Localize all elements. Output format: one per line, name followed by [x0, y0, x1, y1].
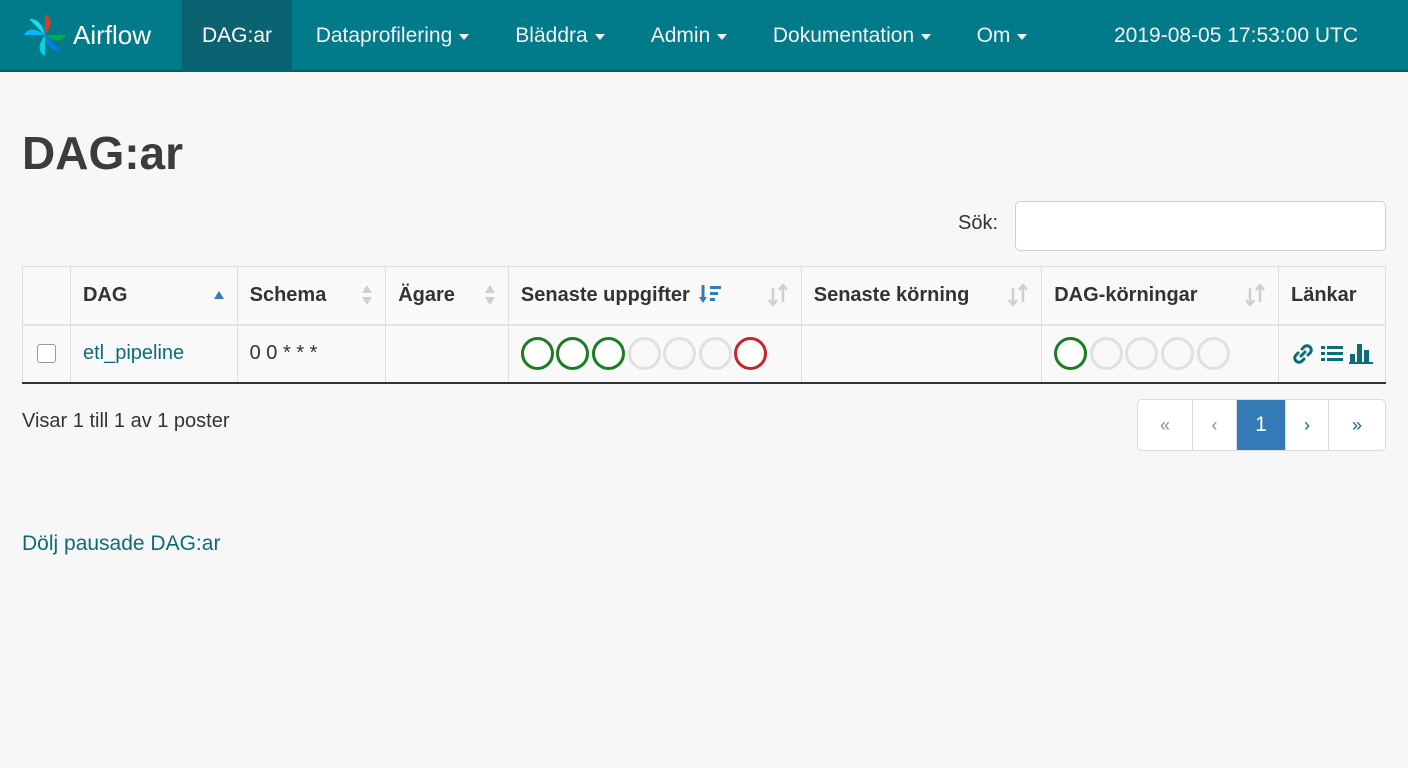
last-page-button[interactable]: »: [1329, 400, 1385, 450]
schedule-cell: 0 0 * * *: [236, 324, 387, 384]
next-page-button[interactable]: ›: [1286, 400, 1329, 450]
sort-both-icon: [362, 285, 373, 306]
search-label: Sök:: [958, 212, 999, 234]
dag-run-empty[interactable]: [1196, 337, 1230, 370]
col-dag-label: DAG: [82, 283, 128, 306]
first-page-button[interactable]: «: [1138, 400, 1193, 450]
dag-run-success[interactable]: [1054, 337, 1088, 370]
nav-browse-label: Bläddra: [515, 24, 588, 47]
nav-about[interactable]: Om: [966, 0, 1038, 72]
nav-dags-label: DAG:ar: [201, 24, 272, 47]
col-schedule[interactable]: Schema: [236, 266, 387, 326]
hide-paused-dags-link[interactable]: Dölj pausade DAG:ar: [22, 532, 220, 556]
nav-browse[interactable]: Bläddra: [505, 0, 615, 72]
caret-down-icon: [717, 34, 728, 40]
list-icon[interactable]: [1320, 342, 1344, 366]
owner-cell: [385, 324, 509, 384]
links-cell: [1278, 324, 1386, 384]
caret-down-icon: [459, 34, 470, 40]
nav-data-profiling-label: Dataprofilering: [315, 24, 453, 47]
navbar: Airflow DAG:ar Dataprofilering Bläddra A…: [0, 0, 1408, 72]
table-row: etl_pipeline 0 0 * * *: [22, 324, 1386, 384]
sort-arrows-icon: [767, 284, 788, 307]
sort-asc-icon: [213, 291, 224, 300]
task-state-success[interactable]: [556, 337, 590, 370]
dag-name-link[interactable]: etl_pipeline: [83, 342, 184, 364]
nav-docs[interactable]: Dokumentation: [760, 0, 944, 72]
task-state-success[interactable]: [592, 337, 626, 370]
col-recent-tasks[interactable]: Senaste uppgifter: [507, 266, 802, 326]
col-dag-runs[interactable]: DAG-körningar: [1041, 266, 1279, 326]
link-icon[interactable]: [1291, 342, 1315, 366]
col-schedule-label: Schema: [249, 283, 327, 306]
nav-admin[interactable]: Admin: [640, 0, 738, 72]
nav-docs-label: Dokumentation: [772, 24, 915, 47]
search-input[interactable]: [1015, 201, 1386, 251]
nav-admin-label: Admin: [650, 24, 711, 47]
caret-down-icon: [1017, 34, 1028, 40]
col-owner[interactable]: Ägare: [385, 266, 509, 326]
col-links: Länkar: [1278, 266, 1386, 326]
table-header-row: DAG Schema Ägare Senaste uppgifter Senas…: [22, 266, 1386, 326]
last-run-cell: [800, 324, 1043, 384]
col-last-run[interactable]: Senaste körning: [800, 266, 1043, 326]
col-dag[interactable]: DAG: [69, 266, 238, 326]
prev-page-button[interactable]: ‹: [1193, 400, 1237, 450]
sort-arrows-icon: [1245, 284, 1265, 307]
task-state-failed[interactable]: [734, 337, 768, 370]
col-dag-runs-label: DAG-körningar: [1054, 283, 1198, 306]
col-select: [22, 266, 71, 326]
col-recent-tasks-label: Senaste uppgifter: [520, 283, 690, 306]
caret-down-icon: [594, 34, 605, 40]
page-title: DAG:ar: [22, 127, 184, 179]
task-state-empty[interactable]: [698, 337, 732, 370]
row-checkbox[interactable]: [37, 344, 56, 364]
airflow-logo[interactable]: Airflow: [22, 10, 151, 60]
caret-down-icon: [921, 34, 932, 40]
row-select-cell: [22, 324, 71, 384]
dag-run-empty[interactable]: [1161, 337, 1195, 370]
recent-tasks-cell: [507, 324, 802, 384]
task-state-success[interactable]: [520, 337, 554, 370]
col-last-run-label: Senaste körning: [813, 283, 970, 306]
dag-run-empty[interactable]: [1089, 337, 1123, 370]
nav-about-label: Om: [976, 24, 1011, 47]
nav-data-profiling[interactable]: Dataprofilering: [300, 0, 485, 72]
pagination: « ‹ 1 › »: [1137, 399, 1386, 451]
dag-cell: etl_pipeline: [69, 324, 238, 384]
bar-chart-icon[interactable]: [1349, 342, 1373, 366]
table-info: Visar 1 till 1 av 1 poster: [22, 410, 230, 432]
dags-table: DAG Schema Ägare Senaste uppgifter Senas…: [22, 266, 1386, 384]
task-state-empty[interactable]: [663, 337, 697, 370]
brand-name: Airflow: [73, 19, 152, 50]
sort-both-icon: [484, 285, 495, 306]
col-links-label: Länkar: [1291, 283, 1357, 306]
sort-arrows-icon: [1008, 284, 1029, 307]
pinwheel-icon: [24, 14, 66, 56]
nav-dags[interactable]: DAG:ar: [182, 0, 292, 72]
dag-runs-cell: [1041, 324, 1279, 384]
col-owner-label: Ägare: [398, 283, 455, 306]
sort-amount-icon: [699, 284, 722, 303]
dag-run-empty[interactable]: [1125, 337, 1159, 370]
page-1-button[interactable]: 1: [1237, 400, 1286, 450]
task-state-empty[interactable]: [627, 337, 661, 370]
utc-clock: 2019-08-05 17:53:00 UTC: [1114, 24, 1358, 47]
